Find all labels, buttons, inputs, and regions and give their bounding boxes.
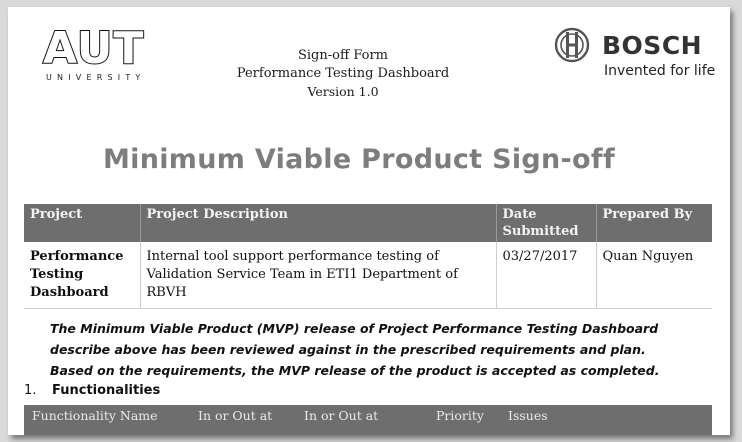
- header-functionality-name: Functionality Name: [32, 408, 158, 423]
- header-prepared-by: Prepared By: [596, 204, 712, 242]
- page-title: Minimum Viable Product Sign-off: [103, 144, 615, 175]
- aut-logo-word: AUT: [42, 23, 145, 74]
- functionality-table-header: Functionality Name In or Out at In or Ou…: [24, 405, 712, 435]
- aut-university-logo: AUT UNIVERSITY: [42, 23, 146, 83]
- cell-prepared-by: Quan Nguyen: [596, 242, 712, 309]
- header-priority: Priority: [436, 408, 484, 423]
- signoff-table-header-row: Project Project Description Date Submitt…: [24, 204, 712, 242]
- header-project-description: Project Description: [140, 204, 497, 242]
- header-issues: Issues: [508, 408, 548, 423]
- bosch-armature-icon: [554, 27, 590, 63]
- section-number: 1.: [24, 383, 37, 398]
- bosch-logo-block: BOSCH Invented for life: [554, 27, 724, 87]
- bosch-tagline: Invented for life: [604, 63, 716, 79]
- header-in-or-out-1: In or Out at: [198, 408, 273, 423]
- acceptance-statement: The Minimum Viable Product (MVP) release…: [50, 321, 660, 378]
- cell-project: Performance Testing Dashboard: [24, 242, 141, 309]
- header-in-or-out-2: In or Out at: [304, 408, 379, 423]
- cell-description: Internal tool support performance testin…: [140, 242, 497, 309]
- section-title: Functionalities: [52, 383, 161, 398]
- cell-date: 03/27/2017: [496, 242, 597, 309]
- form-version: Version 1.0: [307, 84, 379, 99]
- document-page: AUT UNIVERSITY Sign-off Form Performance…: [8, 7, 730, 435]
- header-date-submitted: Date Submitted: [496, 204, 597, 242]
- section-heading: 1. Functionalities: [24, 383, 160, 398]
- header-project: Project: [24, 204, 141, 242]
- aut-logo-subtext: UNIVERSITY: [46, 73, 146, 82]
- form-title: Sign-off Form: [297, 48, 389, 63]
- table-row: Performance Testing Dashboard Internal t…: [24, 242, 712, 309]
- form-header: Sign-off Form Performance Testing Dashbo…: [208, 47, 478, 101]
- form-subtitle: Performance Testing Dashboard: [236, 66, 450, 81]
- bosch-logo-word: BOSCH: [602, 31, 703, 60]
- signoff-table: Project Project Description Date Submitt…: [24, 204, 712, 309]
